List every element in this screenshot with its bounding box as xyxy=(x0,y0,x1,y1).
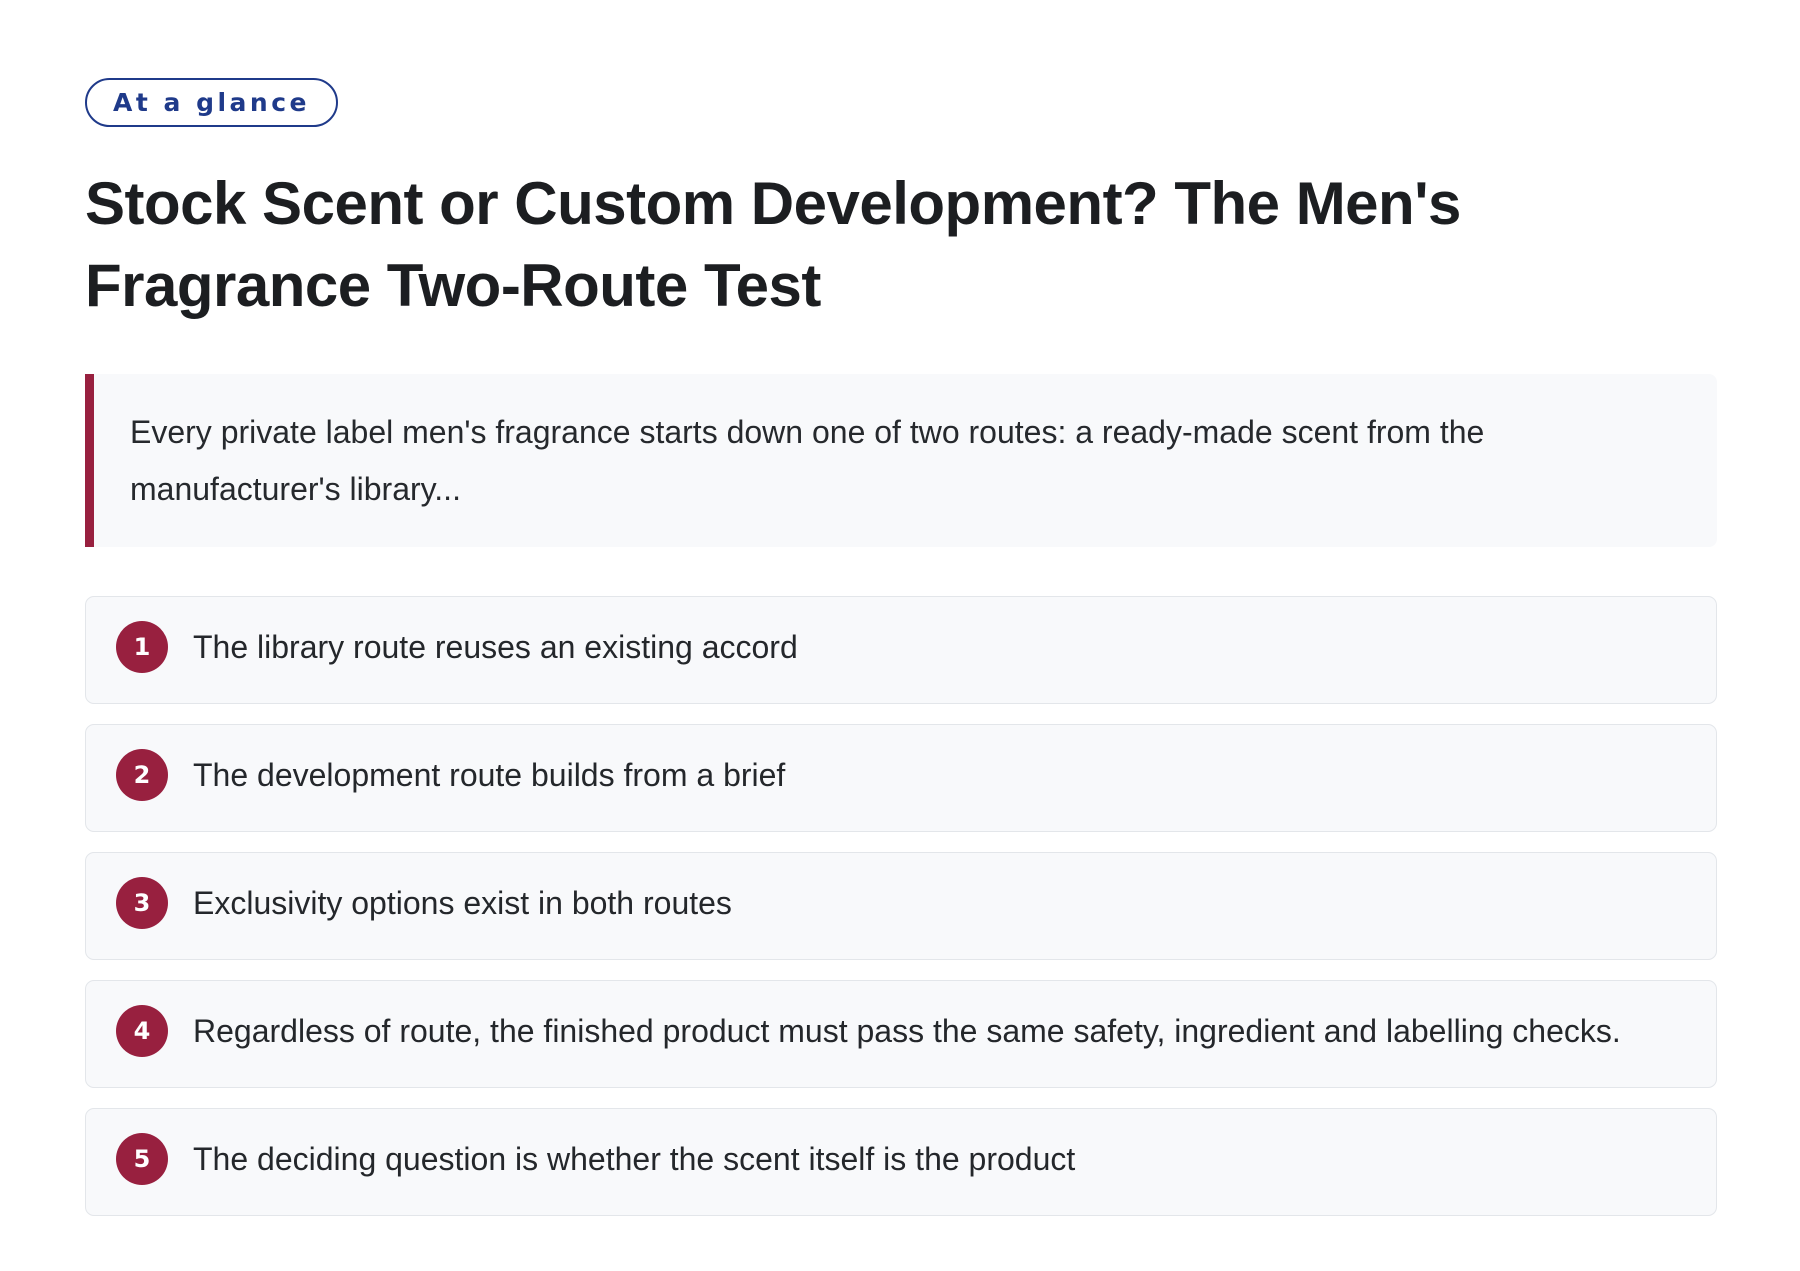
at-a-glance-badge: At a glance xyxy=(85,78,338,127)
step-number-badge: 2 xyxy=(116,749,168,801)
list-item-text: Regardless of route, the finished produc… xyxy=(193,1013,1621,1049)
list-item-text: Exclusivity options exist in both routes xyxy=(193,885,732,921)
step-number-badge: 1 xyxy=(116,621,168,673)
page-title: Stock Scent or Custom Development? The M… xyxy=(85,170,1461,319)
list-item: 2 The development route builds from a br… xyxy=(85,724,1717,832)
step-number-badge: 3 xyxy=(116,877,168,929)
key-points-list: 1 The library route reuses an existing a… xyxy=(85,596,1717,1216)
intro-callout: Every private label men's fragrance star… xyxy=(85,374,1717,547)
list-item-text: The library route reuses an existing acc… xyxy=(193,629,798,665)
list-item-text: The development route builds from a brie… xyxy=(193,757,786,793)
step-number-badge: 5 xyxy=(116,1133,168,1185)
list-item: 3 Exclusivity options exist in both rout… xyxy=(85,852,1717,960)
list-item: 5 The deciding question is whether the s… xyxy=(85,1108,1717,1216)
list-item: 1 The library route reuses an existing a… xyxy=(85,596,1717,704)
step-number-badge: 4 xyxy=(116,1005,168,1057)
page: At a glance Stock Scent or Custom Develo… xyxy=(0,0,1800,1216)
list-item-text: The deciding question is whether the sce… xyxy=(193,1141,1076,1177)
list-item: 4 Regardless of route, the finished prod… xyxy=(85,980,1717,1088)
